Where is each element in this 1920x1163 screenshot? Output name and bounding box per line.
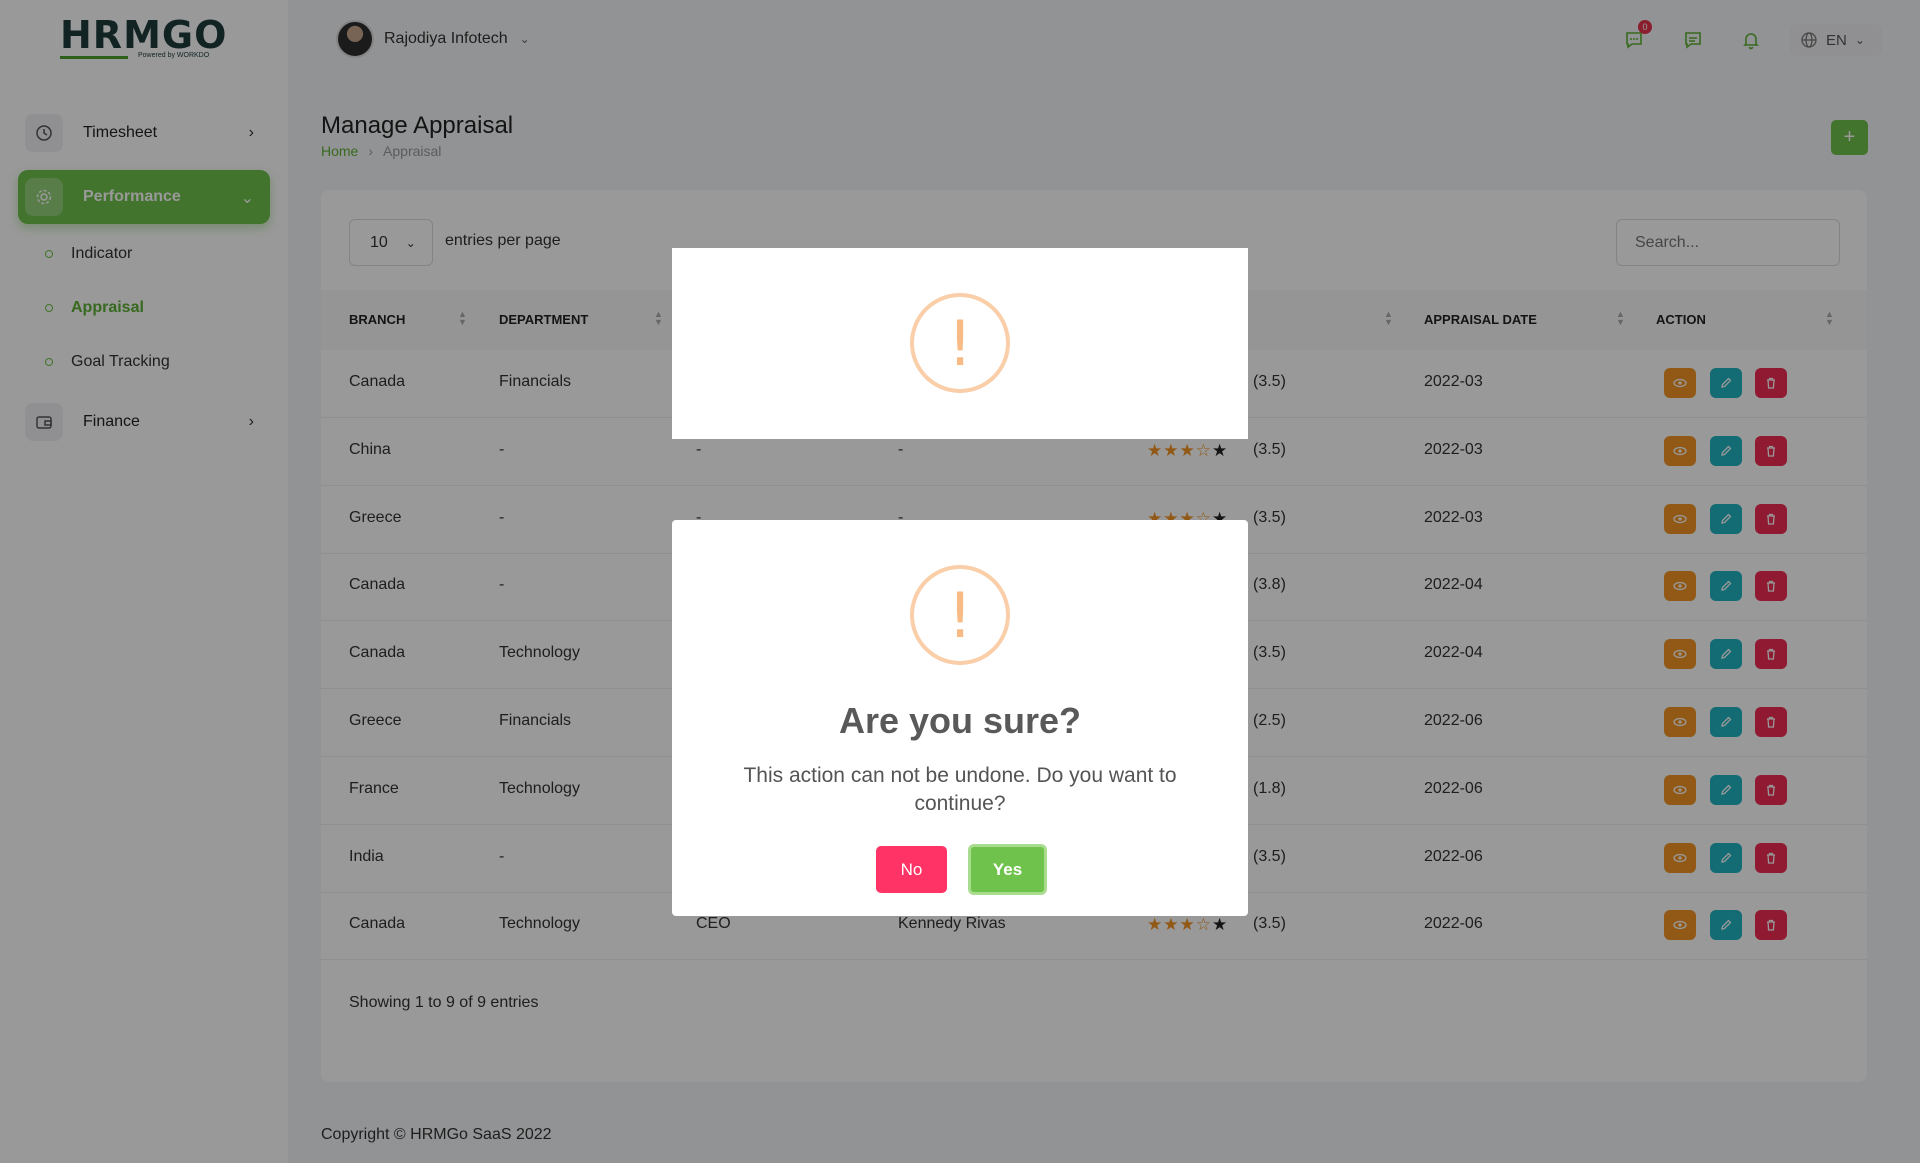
confirm-button[interactable]: Yes [968,844,1047,895]
dialog-title: Are you sure? [838,700,1082,741]
confirm-dialog: ! Are you sure? This action can not be u… [672,520,1248,916]
warning-icon: ! [910,565,1010,665]
cancel-button[interactable]: No [876,846,947,893]
background-dialog: ! [672,248,1248,439]
warning-icon: ! [910,293,1010,393]
dialog-message: This action can not be undone. Do you wa… [743,764,1177,815]
